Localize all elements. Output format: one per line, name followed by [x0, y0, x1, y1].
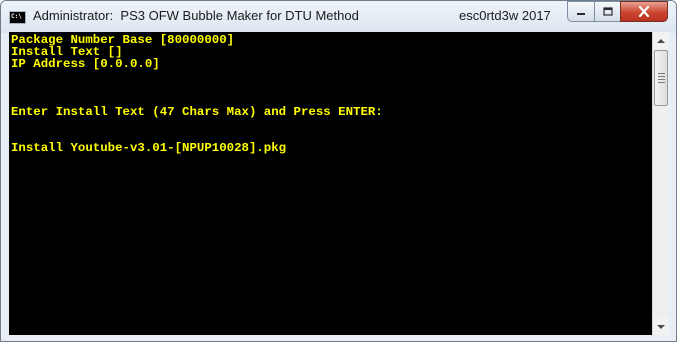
chevron-down-icon: [657, 324, 665, 329]
close-icon: [638, 6, 650, 17]
maximize-icon: [602, 6, 613, 16]
console-line-prompt: Enter Install Text (47 Chars Max) and Pr…: [11, 105, 383, 119]
scroll-up-button[interactable]: [653, 32, 669, 49]
thumb-grip-line: [658, 76, 665, 77]
thumb-grip-line: [658, 79, 665, 80]
console-line-install-text: Install Text []: [11, 45, 123, 59]
chevron-up-icon: [657, 38, 665, 43]
minimize-icon: [577, 12, 585, 15]
console-window: C:\ Administrator: PS3 OFW Bubble Maker …: [0, 0, 677, 342]
scrollbar-thumb[interactable]: [654, 50, 668, 106]
minimize-button[interactable]: [567, 1, 594, 22]
window-title: Administrator: PS3 OFW Bubble Maker for …: [33, 8, 359, 23]
vertical-scrollbar[interactable]: [652, 32, 669, 335]
caption-buttons: [567, 1, 668, 22]
console-line-ip-address: IP Address [0.0.0.0]: [11, 57, 160, 71]
window-title-author: esc0rtd3w 2017: [459, 8, 551, 23]
thumb-grip-line: [658, 82, 665, 83]
console-icon[interactable]: C:\: [9, 11, 26, 24]
thumb-grip-line: [658, 73, 665, 74]
console-output[interactable]: Package Number Base [80000000] Install T…: [9, 32, 652, 335]
console-line-package-number: Package Number Base [80000000]: [11, 33, 235, 47]
scroll-down-button[interactable]: [653, 318, 669, 335]
maximize-button[interactable]: [594, 1, 620, 22]
title-bar[interactable]: C:\ Administrator: PS3 OFW Bubble Maker …: [1, 1, 676, 33]
console-line-input[interactable]: Install Youtube-v3.01-[NPUP10028].pkg: [11, 141, 286, 155]
close-button[interactable]: [620, 1, 668, 22]
